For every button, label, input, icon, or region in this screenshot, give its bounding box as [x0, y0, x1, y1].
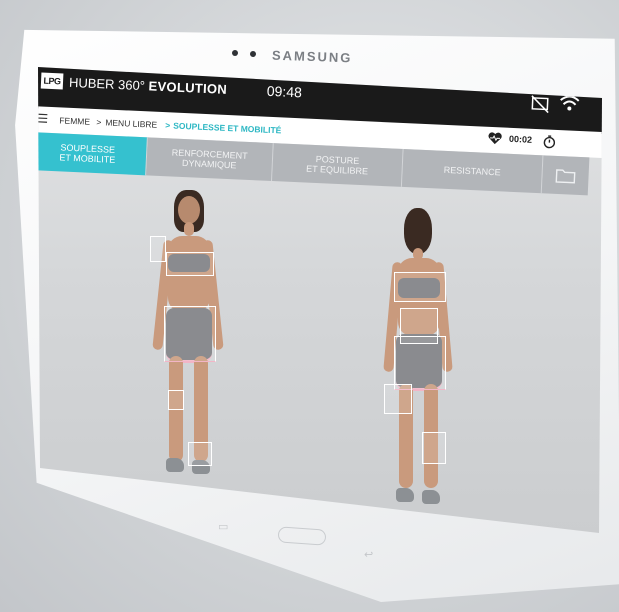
zone-marker-ankle[interactable] [188, 442, 212, 466]
app-title-bold: EVOLUTION [148, 78, 228, 97]
home-button[interactable] [277, 526, 327, 546]
folder-button[interactable] [541, 155, 590, 196]
breadcrumb-item-menu-libre[interactable]: MENU LIBRE [105, 117, 157, 129]
zone-marker-knee[interactable] [168, 390, 184, 410]
front-sensor-dot [250, 51, 256, 57]
zone-marker-chest[interactable] [166, 252, 214, 276]
zone-marker-glutes[interactable] [394, 336, 446, 390]
zone-marker-thigh[interactable] [384, 384, 412, 414]
breadcrumb-item-femme[interactable]: FEMME [59, 115, 90, 126]
scene: SAMSUNG LPG HUBER 360° EVOLUTION 09:48 ☰… [0, 0, 619, 612]
session-timer: 00:02 [508, 133, 533, 145]
breadcrumb-separator-active: > [165, 120, 171, 131]
recent-apps-key-icon[interactable]: ▭ [218, 520, 228, 533]
back-key-icon[interactable]: ↩ [364, 548, 373, 561]
breadcrumb-item-current: SOUPLESSE ET MOBILITÉ [173, 120, 282, 136]
breadcrumb-separator: > [96, 117, 102, 128]
app-logo: LPG [40, 72, 64, 90]
body-model-front[interactable] [148, 190, 228, 490]
app-title: HUBER 360° EVOLUTION [69, 75, 228, 97]
tab-souplesse-et-mobilite[interactable]: SOUPLESSE ET MOBILITE [38, 132, 148, 176]
folder-icon [555, 169, 576, 184]
zone-marker-shoulder[interactable] [150, 236, 166, 262]
zone-marker-hips[interactable] [164, 306, 216, 362]
neck [184, 222, 194, 236]
head [178, 196, 200, 224]
cast-off-icon[interactable] [530, 95, 551, 119]
tab-renforcement-dynamique[interactable]: RENFORCEMENT DYNAMIQUE [146, 137, 274, 182]
tab-resistance[interactable]: RESISTANCE [401, 148, 544, 194]
hamburger-menu-icon[interactable]: ☰ [38, 111, 49, 125]
stopwatch-icon[interactable] [542, 134, 556, 154]
body-model-back[interactable] [378, 208, 458, 512]
shoe-left [166, 458, 184, 472]
app-title-light: HUBER 360° [68, 74, 146, 94]
front-camera-dot [232, 50, 238, 56]
clock: 09:48 [266, 82, 303, 101]
device-brand: SAMSUNG [271, 47, 353, 66]
zone-marker-calf[interactable] [422, 432, 446, 464]
zone-marker-upper-back[interactable] [394, 272, 446, 302]
shoe-left [396, 488, 414, 502]
shoe-right [422, 490, 440, 504]
tab-posture-et-equilibre[interactable]: POSTURE ET EQUILIBRE [272, 143, 404, 187]
wifi-icon[interactable] [558, 94, 581, 118]
heart-rate-icon[interactable] [486, 132, 503, 151]
